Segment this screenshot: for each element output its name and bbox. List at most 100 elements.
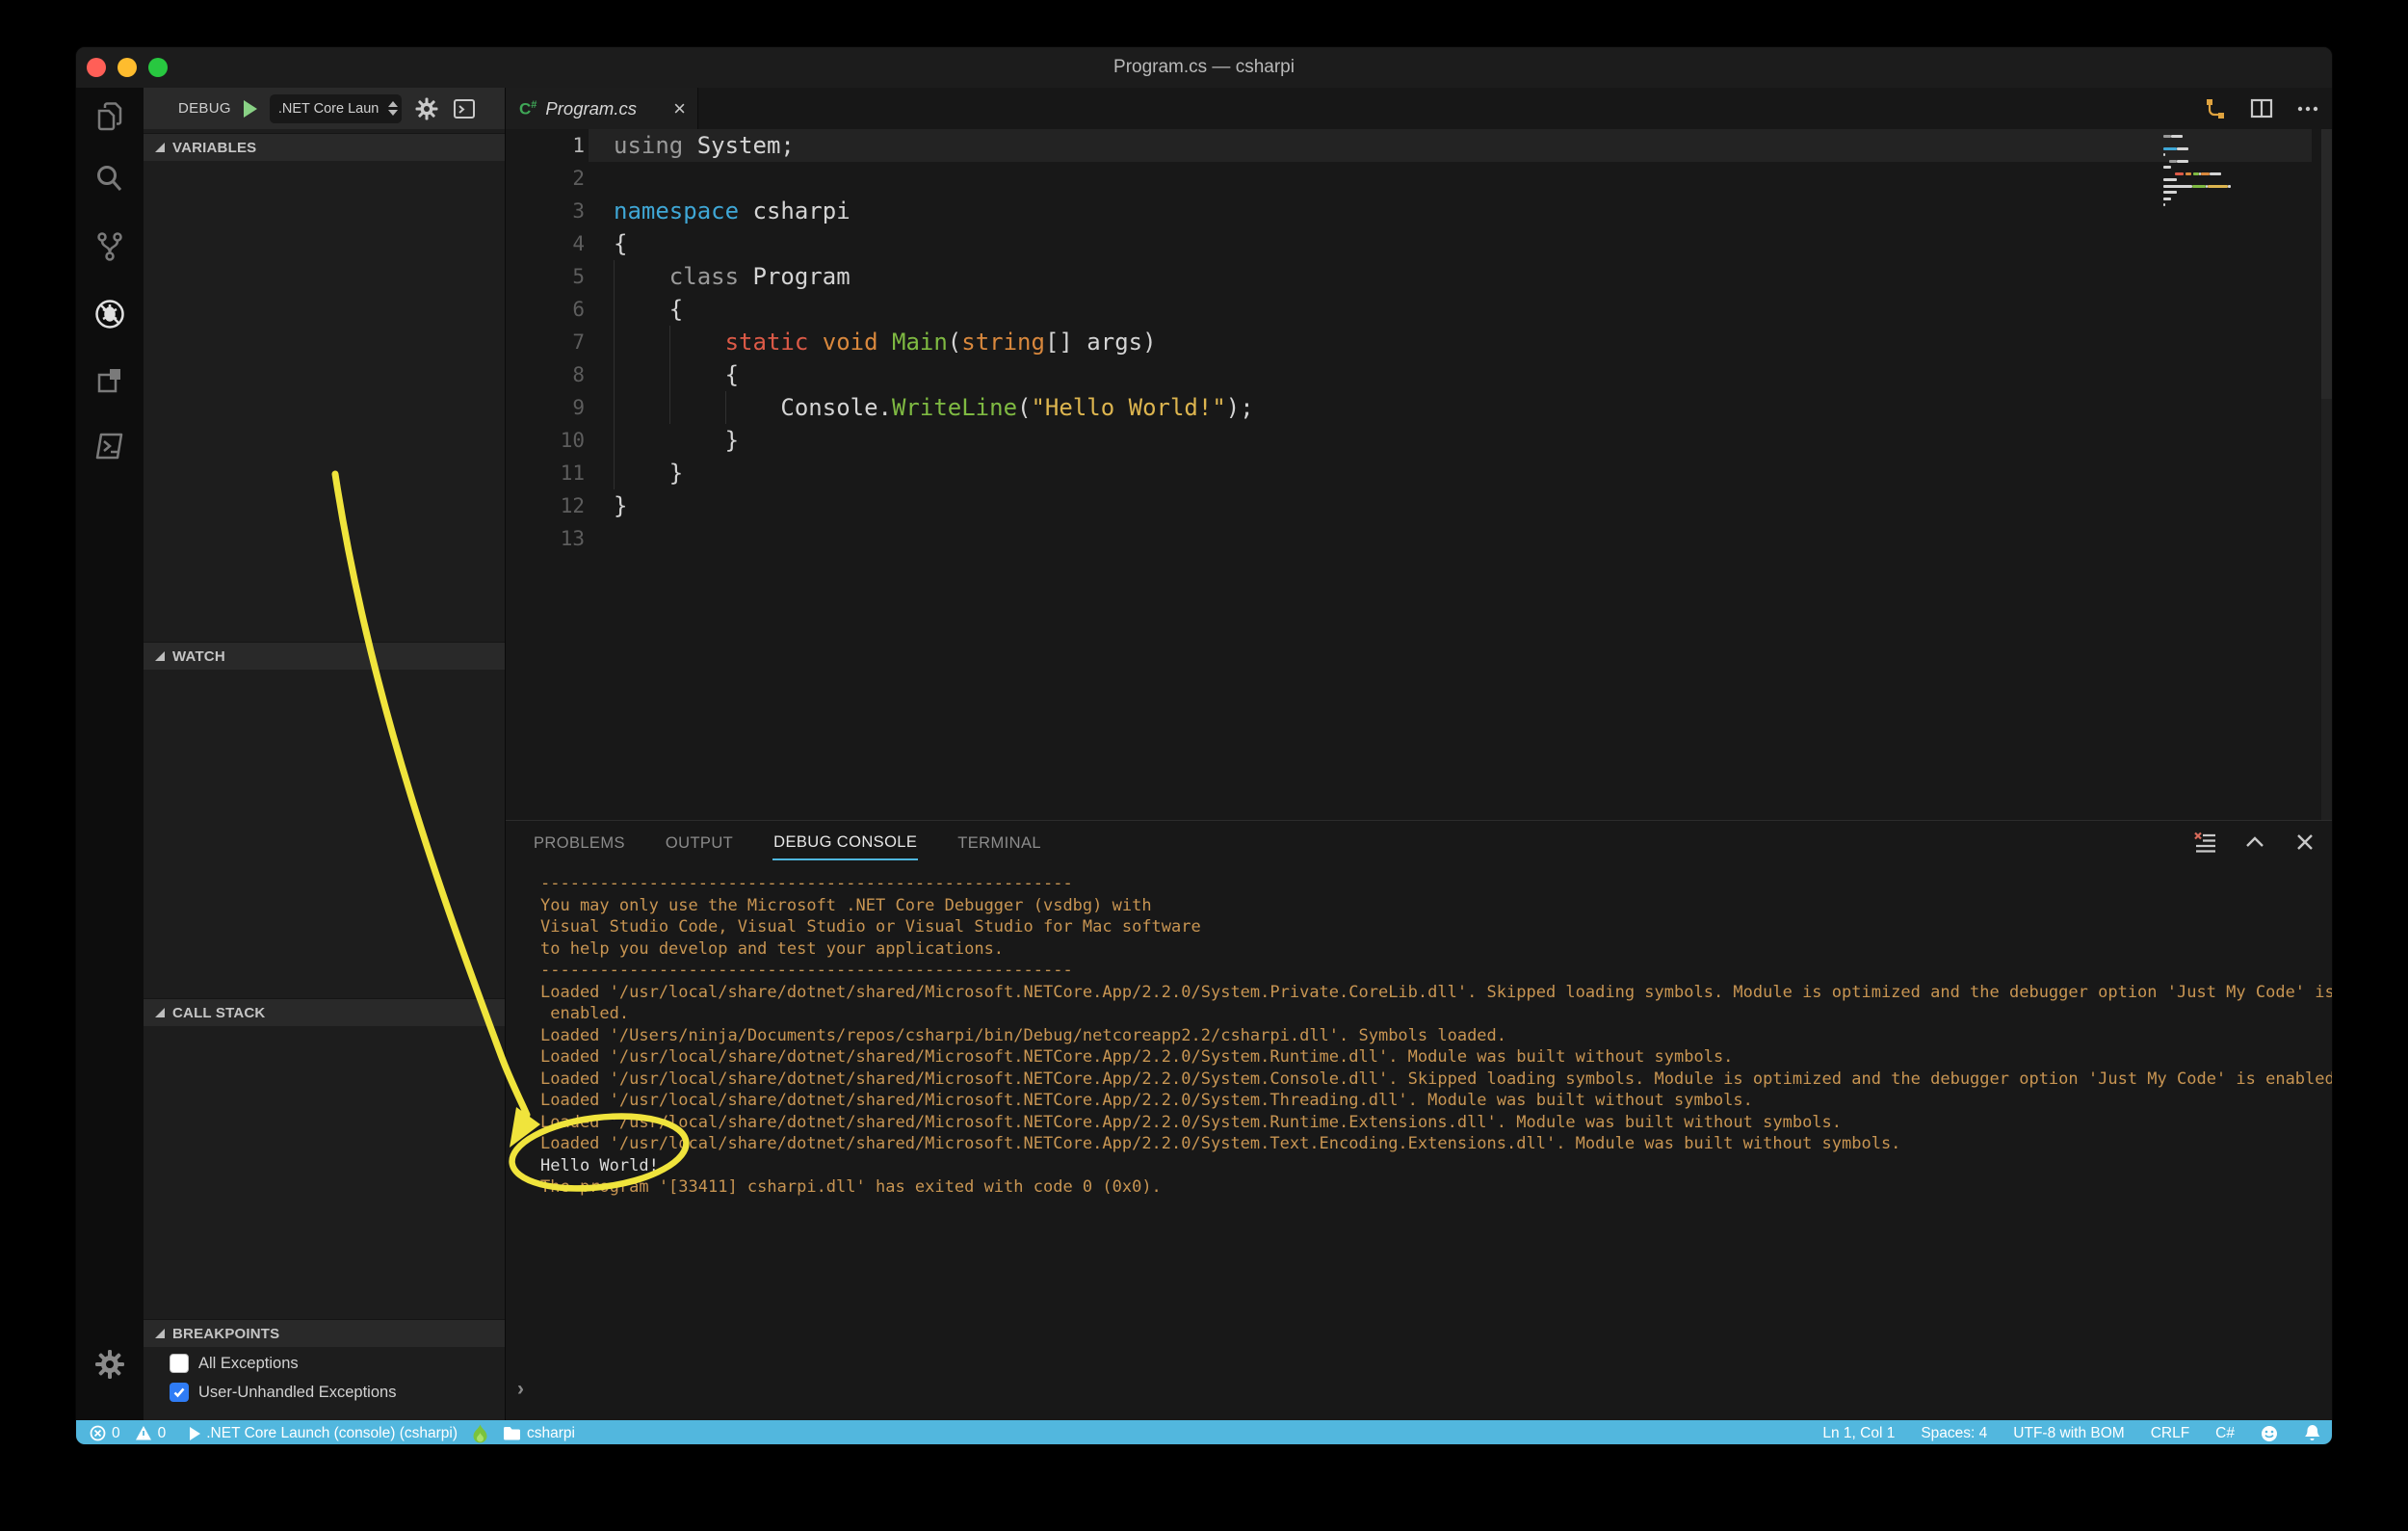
section-label: WATCH xyxy=(172,648,225,665)
editor-lines: 1using System;23namespace csharpi4{5 cla… xyxy=(506,129,2333,555)
more-actions-icon[interactable] xyxy=(2295,96,2320,121)
status-bar-left: 0 0 .NET Core Launch (console) (csharpi) xyxy=(90,1420,575,1445)
close-tab-icon[interactable]: × xyxy=(673,98,686,119)
status-bar: 0 0 .NET Core Launch (console) (csharpi) xyxy=(76,1420,2333,1445)
console-line: Loaded '/usr/local/share/dotnet/shared/M… xyxy=(540,1090,2333,1112)
editor-scrollbar[interactable] xyxy=(2321,129,2333,820)
launch-config-dropdown[interactable]: .NET Core Laun xyxy=(270,94,402,123)
line-number: 7 xyxy=(506,330,585,354)
search-icon[interactable] xyxy=(92,162,127,197)
omnisharp-flame-icon[interactable] xyxy=(472,1424,488,1443)
tab-debug-console[interactable]: DEBUG CONSOLE xyxy=(772,824,918,860)
minimap[interactable] xyxy=(2163,133,2310,215)
console-line: Visual Studio Code, Visual Studio or Vis… xyxy=(540,916,2333,938)
debug-launch-status[interactable]: .NET Core Launch (console) (csharpi) xyxy=(190,1425,458,1442)
split-editor-icon[interactable] xyxy=(2249,96,2274,121)
language-mode[interactable]: C# xyxy=(2215,1425,2235,1442)
titlebar: Program.cs — csharpi xyxy=(76,47,2332,89)
twistie-icon xyxy=(155,651,165,661)
console-line: Loaded '/usr/local/share/dotnet/shared/M… xyxy=(540,1046,2333,1069)
eol-sequence[interactable]: CRLF xyxy=(2151,1425,2189,1442)
window-title: Program.cs — csharpi xyxy=(76,47,2332,88)
code-line[interactable]: 6 { xyxy=(506,293,2333,326)
debug-icon[interactable] xyxy=(92,297,127,331)
console-input-prompt[interactable]: › xyxy=(517,1378,524,1401)
code-line[interactable]: 12} xyxy=(506,489,2333,522)
scrollbar-thumb[interactable] xyxy=(2321,129,2333,399)
configure-gear-icon[interactable] xyxy=(414,96,439,121)
indentation[interactable]: Spaces: 4 xyxy=(1921,1425,1987,1442)
line-number: 9 xyxy=(506,396,585,419)
clear-console-icon[interactable] xyxy=(2192,830,2217,855)
variables-section-header[interactable]: VARIABLES xyxy=(144,133,505,161)
breakpoints-section-header[interactable]: BREAKPOINTS xyxy=(144,1319,505,1347)
tab-label: Program.cs xyxy=(545,98,665,119)
notifications-bell-icon[interactable] xyxy=(2304,1424,2320,1442)
code-line[interactable]: 8 { xyxy=(506,358,2333,391)
line-number: 6 xyxy=(506,298,585,321)
code-line[interactable]: 13 xyxy=(506,522,2333,555)
terminal-extension-icon[interactable] xyxy=(92,429,127,463)
console-line: Loaded '/usr/local/share/dotnet/shared/M… xyxy=(540,982,2333,1004)
code-line[interactable]: 10 } xyxy=(506,424,2333,457)
breakpoint-all-exceptions[interactable]: All Exceptions xyxy=(144,1350,505,1377)
console-line: Hello World! xyxy=(540,1155,2333,1177)
twistie-icon xyxy=(155,1008,165,1017)
breakpoint-user-unhandled-exceptions[interactable]: User-Unhandled Exceptions xyxy=(144,1379,505,1406)
open-changes-icon[interactable] xyxy=(2203,96,2228,121)
code-line[interactable]: 5 class Program xyxy=(506,260,2333,293)
tab-output[interactable]: OUTPUT xyxy=(665,825,734,859)
debug-sidebar: DEBUG .NET Core Laun xyxy=(144,88,505,1420)
twistie-icon xyxy=(155,1329,165,1338)
open-debug-console-icon[interactable] xyxy=(452,96,477,121)
code-line[interactable]: 2 xyxy=(506,162,2333,195)
checkbox-unchecked[interactable] xyxy=(170,1354,189,1373)
explorer-icon[interactable] xyxy=(92,99,127,134)
code-editor[interactable]: 1using System;23namespace csharpi4{5 cla… xyxy=(506,129,2333,820)
code-line[interactable]: 11 } xyxy=(506,457,2333,489)
activity-bar xyxy=(76,88,144,1420)
panel-tabs: PROBLEMS OUTPUT DEBUG CONSOLE TERMINAL xyxy=(533,821,1042,863)
console-line: Loaded '/usr/local/share/dotnet/shared/M… xyxy=(540,1112,2333,1134)
project-selector[interactable]: csharpi xyxy=(503,1425,575,1442)
call-stack-section-header[interactable]: CALL STACK xyxy=(144,998,505,1026)
code-line[interactable]: 9 Console.WriteLine("Hello World!"); xyxy=(506,391,2333,424)
extensions-icon[interactable] xyxy=(92,364,127,399)
console-line: Loaded '/usr/local/share/dotnet/shared/M… xyxy=(540,1069,2333,1091)
warning-count[interactable]: 0 xyxy=(135,1425,167,1442)
source-control-icon[interactable] xyxy=(92,229,127,264)
play-icon xyxy=(190,1427,200,1440)
tab-terminal[interactable]: TERMINAL xyxy=(956,825,1042,859)
console-line: The program '[33411] csharpi.dll' has ex… xyxy=(540,1176,2333,1199)
line-number: 8 xyxy=(506,363,585,386)
encoding[interactable]: UTF-8 with BOM xyxy=(2013,1425,2124,1442)
watch-section-header[interactable]: WATCH xyxy=(144,642,505,670)
tab-program-cs[interactable]: C# Program.cs × xyxy=(506,88,698,129)
console-line: ----------------------------------------… xyxy=(540,873,2333,895)
section-label: VARIABLES xyxy=(172,140,256,156)
code-line[interactable]: 7 static void Main(string[] args) xyxy=(506,326,2333,358)
desktop: Program.cs — csharpi xyxy=(0,0,2408,1531)
section-label: BREAKPOINTS xyxy=(172,1326,279,1342)
console-line: You may only use the Microsoft .NET Core… xyxy=(540,895,2333,917)
settings-gear-icon[interactable] xyxy=(92,1347,127,1382)
tab-bar: C# Program.cs × xyxy=(506,88,2333,129)
code-line[interactable]: 4{ xyxy=(506,227,2333,260)
console-line: to help you develop and test your applic… xyxy=(540,938,2333,961)
line-number: 13 xyxy=(506,527,585,550)
feedback-smiley-icon[interactable] xyxy=(2261,1425,2278,1442)
maximize-panel-icon[interactable] xyxy=(2242,830,2267,855)
tab-problems[interactable]: PROBLEMS xyxy=(533,825,626,859)
launch-config-value: .NET Core Laun xyxy=(278,101,386,117)
line-number: 3 xyxy=(506,199,585,223)
line-number: 1 xyxy=(506,134,585,157)
code-line[interactable]: 1using System; xyxy=(506,129,2333,162)
close-panel-icon[interactable] xyxy=(2292,830,2317,855)
line-number: 11 xyxy=(506,462,585,485)
console-line: Loaded '/Users/ninja/Documents/repos/csh… xyxy=(540,1025,2333,1047)
code-line[interactable]: 3namespace csharpi xyxy=(506,195,2333,227)
start-debug-button[interactable] xyxy=(244,100,257,118)
checkbox-checked[interactable] xyxy=(170,1383,189,1402)
cursor-position[interactable]: Ln 1, Col 1 xyxy=(1822,1425,1895,1442)
error-count[interactable]: 0 xyxy=(90,1425,120,1442)
